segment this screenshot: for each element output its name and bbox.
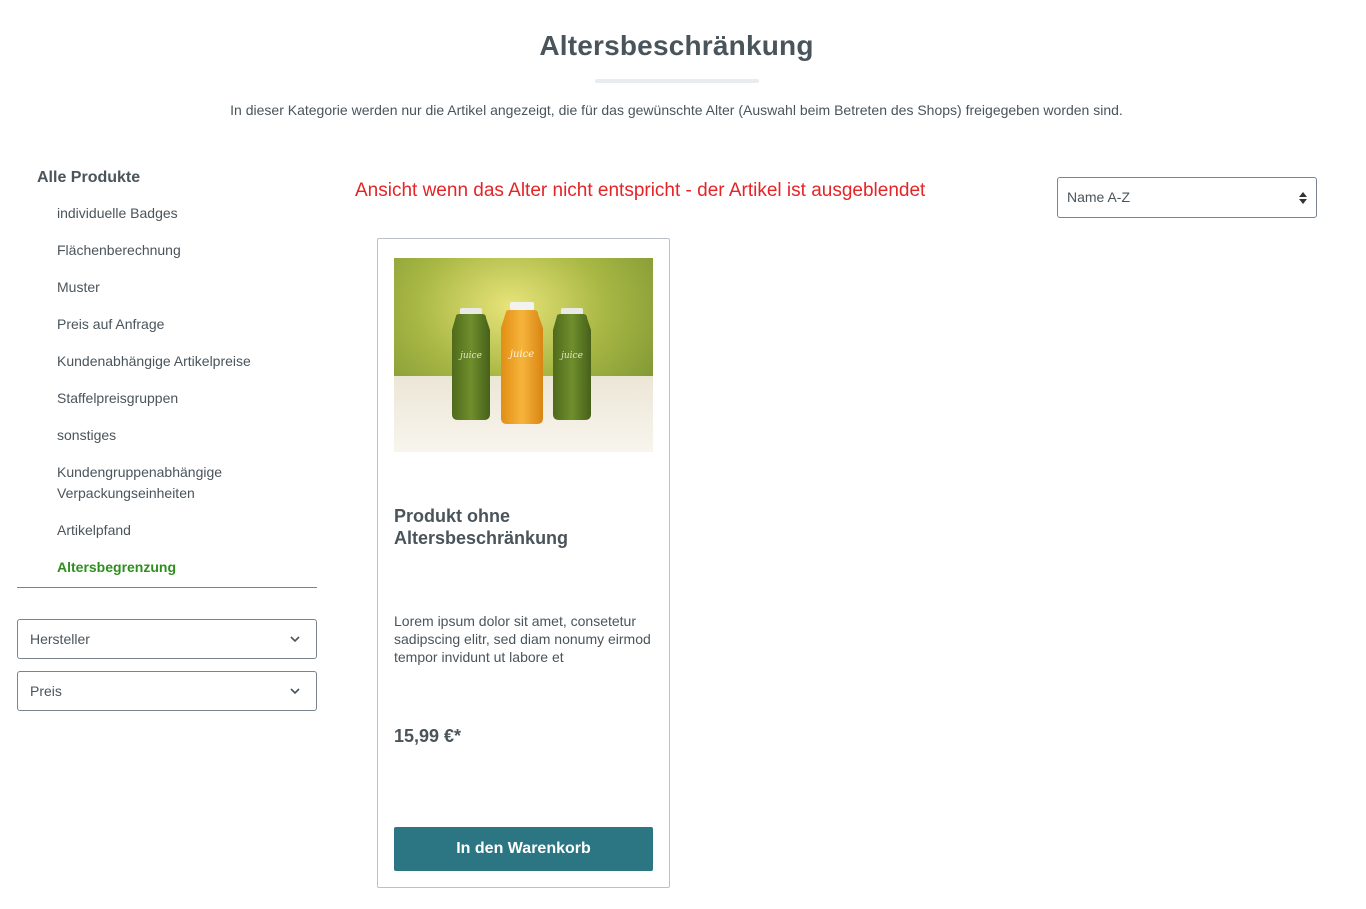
price-filter-dropdown[interactable]: Preis: [17, 671, 317, 711]
category-item-flaechenberechnung[interactable]: Flächenberechnung: [17, 240, 277, 261]
category-item-staffelpreisgruppen[interactable]: Staffelpreisgruppen: [17, 388, 277, 409]
sorting-select[interactable]: Name A-Z: [1057, 177, 1317, 218]
sort-arrows-icon: [1299, 192, 1307, 204]
category-item-verpackungseinheiten[interactable]: Kundengruppenabhängige Verpackungseinhei…: [17, 462, 277, 504]
svg-text:juice: juice: [559, 351, 583, 361]
svg-text:juice: juice: [508, 349, 534, 360]
product-name[interactable]: Produkt ohne Altersbeschränkung: [394, 505, 656, 549]
sidebar-divider: [17, 587, 317, 588]
svg-text:juice: juice: [458, 351, 482, 361]
sorting-selected-value: Name A-Z: [1067, 189, 1131, 205]
category-item-preis-auf-anfrage[interactable]: Preis auf Anfrage: [17, 314, 277, 335]
juice-bottles-image: juice juice juice: [394, 258, 653, 452]
category-description: In dieser Kategorie werden nur die Artik…: [230, 102, 1123, 118]
manufacturer-filter-label: Hersteller: [30, 631, 90, 647]
price-filter-label: Preis: [30, 683, 62, 699]
category-root-link[interactable]: Alle Produkte: [17, 166, 317, 190]
product-price: 15,99 €*: [394, 726, 462, 746]
category-item-kundenabhaengige-artikelpreise[interactable]: Kundenabhängige Artikelpreise: [17, 351, 277, 372]
category-list: individuelle Badges Flächenberechnung Mu…: [17, 203, 317, 578]
age-restriction-notice: Ansicht wenn das Alter nicht entspricht …: [355, 180, 926, 201]
category-sidebar: Alle Produkte individuelle Badges Fläche…: [17, 166, 317, 588]
title-underline: [595, 79, 759, 83]
chevron-down-icon: [290, 688, 300, 695]
chevron-down-icon: [290, 636, 300, 643]
category-item-artikelpfand[interactable]: Artikelpfand: [17, 520, 277, 541]
page-title: Altersbeschränkung: [539, 30, 814, 61]
product-card: juice juice juice Produkt ohne Altersbes…: [377, 238, 670, 888]
category-item-muster[interactable]: Muster: [17, 277, 277, 298]
product-description: Lorem ipsum dolor sit amet, consetetur s…: [394, 613, 651, 665]
category-item-altersbegrenzung[interactable]: Altersbegrenzung: [17, 557, 277, 578]
category-item-individuelle-badges[interactable]: individuelle Badges: [17, 203, 277, 224]
add-to-cart-button[interactable]: In den Warenkorb: [394, 827, 653, 871]
category-item-sonstiges[interactable]: sonstiges: [17, 425, 277, 446]
product-image[interactable]: juice juice juice: [394, 258, 653, 452]
manufacturer-filter-dropdown[interactable]: Hersteller: [17, 619, 317, 659]
